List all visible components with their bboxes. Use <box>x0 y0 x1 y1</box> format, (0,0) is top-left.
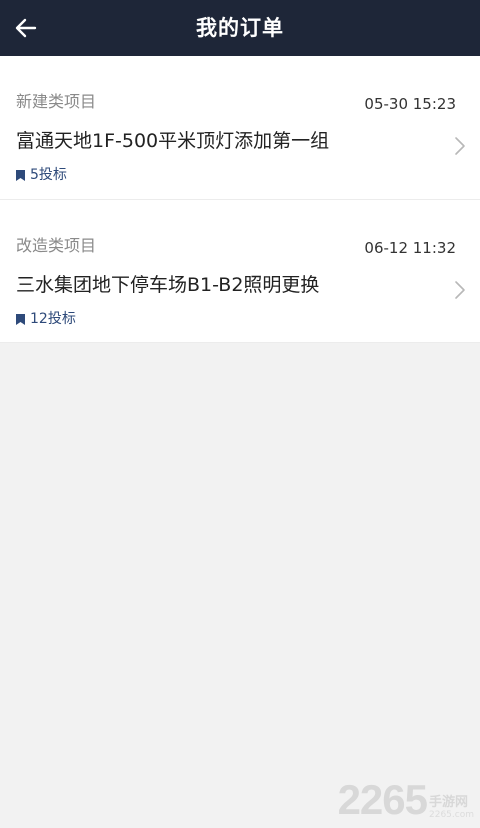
order-bids-count: 5投标 <box>30 167 67 183</box>
order-bids: 5投标 <box>16 166 67 184</box>
bookmark-icon <box>16 169 25 181</box>
watermark-url: 2265.com <box>429 810 474 820</box>
app-header: 我的订单 <box>0 0 480 56</box>
page-title: 我的订单 <box>196 16 284 40</box>
order-title: 三水集团地下停车场B1-B2照明更换 <box>16 274 320 296</box>
order-time: 06-12 11:32 <box>364 239 456 257</box>
chevron-right-icon <box>455 281 465 299</box>
order-card[interactable]: 新建类项目 05-30 15:23 富通天地1F-500平米顶灯添加第一组 5投… <box>0 56 480 200</box>
order-bids-count: 12投标 <box>30 311 76 327</box>
watermark-number: 2265 <box>337 776 428 823</box>
order-category: 新建类项目 <box>16 92 97 111</box>
order-card[interactable]: 改造类项目 06-12 11:32 三水集团地下停车场B1-B2照明更换 12投… <box>0 200 480 343</box>
watermark-side: 手游网 2265.com <box>429 796 474 820</box>
order-category: 改造类项目 <box>16 236 97 255</box>
order-time: 05-30 15:23 <box>364 95 456 113</box>
bookmark-icon <box>16 313 25 325</box>
order-list: 新建类项目 05-30 15:23 富通天地1F-500平米顶灯添加第一组 5投… <box>0 56 480 343</box>
watermark-text: 手游网 <box>429 795 469 810</box>
watermark-logo: 2265 手游网 2265.com <box>337 776 474 823</box>
order-bids: 12投标 <box>16 310 76 328</box>
chevron-right-icon <box>455 137 465 155</box>
order-title: 富通天地1F-500平米顶灯添加第一组 <box>16 130 330 152</box>
